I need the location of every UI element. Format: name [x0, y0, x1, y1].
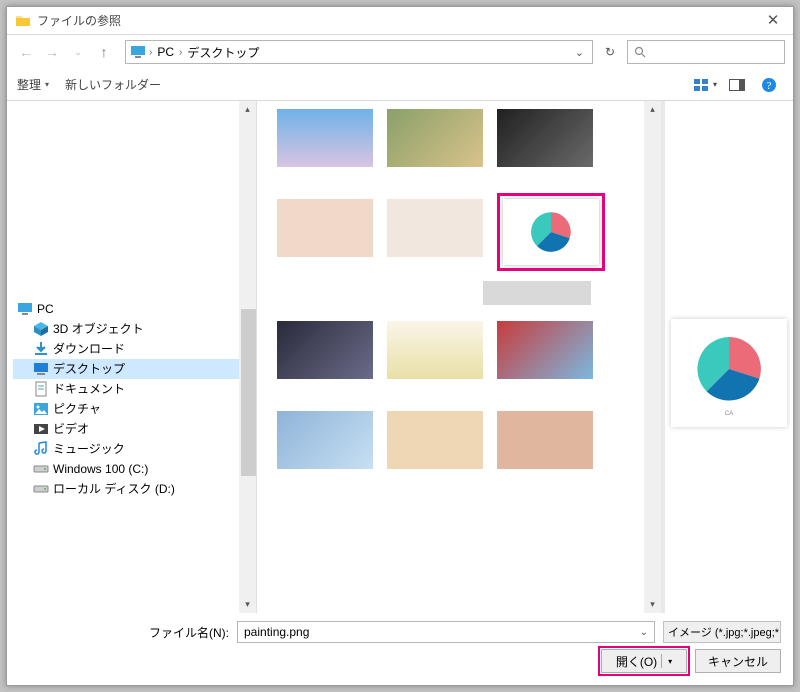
drive-icon	[33, 461, 49, 477]
sidebar-item-3d[interactable]: 3D オブジェクト	[13, 319, 239, 339]
file-thumbnail[interactable]	[387, 411, 483, 469]
sidebar-item-label: デスクトップ	[53, 359, 125, 379]
desktop-icon	[33, 361, 49, 377]
drive-icon	[33, 481, 49, 497]
folder-icon	[15, 13, 31, 29]
scroll-down-icon[interactable]: ▾	[239, 596, 256, 613]
file-thumbnail[interactable]	[497, 321, 593, 379]
chevron-down-icon: ▾	[668, 657, 672, 666]
window-title: ファイルの参照	[37, 12, 753, 29]
new-folder-button[interactable]: 新しいフォルダー	[65, 76, 161, 93]
chevron-right-icon: ›	[146, 47, 155, 58]
titlebar: ファイルの参照 ✕	[7, 7, 793, 35]
preview-pane-button[interactable]	[723, 74, 751, 96]
sidebar-item-label: ドキュメント	[53, 379, 125, 399]
sidebar-item-label: 3D オブジェクト	[53, 319, 144, 339]
cancel-button[interactable]: キャンセル	[695, 649, 781, 673]
file-dialog-window: ファイルの参照 ✕ ← → ⌄ ↑ › PC › デスクトップ ⌄ ↻ 整理▾	[6, 6, 794, 686]
scroll-down-icon[interactable]: ▾	[644, 596, 661, 613]
scroll-up-icon[interactable]: ▴	[239, 101, 256, 118]
file-thumbnail[interactable]	[497, 411, 593, 469]
sidebar-item-pc[interactable]: PC	[13, 299, 239, 319]
file-type-dropdown[interactable]: イメージ (*.jpg;*.jpeg;*.gif;*.png;*. ⌄	[663, 621, 781, 643]
sidebar: PC3D オブジェクトダウンロードデスクトップドキュメントピクチャビデオミュージ…	[7, 101, 257, 613]
selection-background	[483, 281, 591, 305]
address-bar[interactable]: › PC › デスクトップ ⌄	[125, 40, 593, 64]
sidebar-item-videos[interactable]: ビデオ	[13, 419, 239, 439]
picture-icon	[33, 401, 49, 417]
file-thumbnail[interactable]	[387, 199, 483, 257]
file-thumbnail[interactable]	[387, 321, 483, 379]
content-scrollbar[interactable]: ▴ ▾	[644, 101, 661, 613]
view-button[interactable]: ▾	[691, 74, 719, 96]
music-icon	[33, 441, 49, 457]
download-icon	[33, 341, 49, 357]
file-thumbnail[interactable]	[387, 109, 483, 167]
file-thumbnail[interactable]	[277, 109, 373, 167]
doc-icon	[33, 381, 49, 397]
toolbar: 整理▾ 新しいフォルダー ▾ ?	[7, 69, 793, 101]
chevron-right-icon: ›	[176, 47, 185, 58]
file-thumbnail[interactable]	[277, 411, 373, 469]
sidebar-item-label: PC	[37, 299, 54, 319]
file-name-label: ファイル名(N):	[19, 624, 229, 641]
refresh-button[interactable]: ↻	[597, 40, 623, 64]
preview-caption: CA	[725, 411, 733, 417]
search-icon	[634, 46, 646, 58]
file-thumbnail[interactable]	[497, 109, 593, 167]
sidebar-item-desktop[interactable]: デスクトップ	[13, 359, 239, 379]
file-name-field[interactable]	[238, 625, 634, 639]
cube-icon	[33, 321, 49, 337]
file-name-input[interactable]: ⌄	[237, 621, 655, 643]
svg-text:?: ?	[767, 80, 772, 92]
sidebar-item-documents[interactable]: ドキュメント	[13, 379, 239, 399]
open-button[interactable]: 開く(O) ▾	[601, 649, 687, 673]
search-input[interactable]	[627, 40, 785, 64]
chevron-down-icon: ▾	[45, 80, 49, 89]
nav-forward-button[interactable]: →	[41, 41, 63, 63]
sidebar-item-label: ローカル ディスク (D:)	[53, 479, 175, 499]
sidebar-item-pictures[interactable]: ピクチャ	[13, 399, 239, 419]
preview-image: CA	[671, 319, 787, 427]
path-seg-pc[interactable]: PC	[155, 45, 176, 59]
chevron-down-icon: ▾	[713, 80, 717, 89]
chevron-down-icon[interactable]: ⌄	[634, 627, 654, 638]
sidebar-item-downloads[interactable]: ダウンロード	[13, 339, 239, 359]
help-button[interactable]: ?	[755, 74, 783, 96]
nav-up-button[interactable]: ↑	[93, 41, 115, 63]
file-thumbnail[interactable]	[277, 321, 373, 379]
chevron-down-icon[interactable]: ⌄	[571, 46, 588, 59]
sidebar-item-label: Windows 100 (C:)	[53, 459, 148, 479]
sidebar-item-cdrive[interactable]: Windows 100 (C:)	[13, 459, 239, 479]
sidebar-item-label: ピクチャ	[53, 399, 101, 419]
sidebar-item-ddrive[interactable]: ローカル ディスク (D:)	[13, 479, 239, 499]
file-list: ▴ ▾	[257, 101, 661, 613]
sidebar-item-label: ダウンロード	[53, 339, 125, 359]
sidebar-scrollbar[interactable]: ▴ ▾	[239, 101, 256, 613]
sidebar-item-music[interactable]: ミュージック	[13, 439, 239, 459]
nav-history-button[interactable]: ⌄	[67, 41, 89, 63]
monitor-icon	[17, 301, 33, 317]
preview-pane: CA	[661, 101, 793, 613]
sidebar-item-label: ミュージック	[53, 439, 125, 459]
scroll-up-icon[interactable]: ▴	[644, 101, 661, 118]
close-button[interactable]: ✕	[753, 7, 793, 35]
navbar: ← → ⌄ ↑ › PC › デスクトップ ⌄ ↻	[7, 35, 793, 69]
pc-icon	[130, 44, 146, 60]
organize-button[interactable]: 整理▾	[17, 76, 49, 93]
path-seg-desktop[interactable]: デスクトップ	[185, 44, 261, 61]
file-thumbnail[interactable]	[497, 193, 605, 271]
footer: ファイル名(N): ⌄ イメージ (*.jpg;*.jpeg;*.gif;*.p…	[7, 613, 793, 685]
file-thumbnail[interactable]	[277, 199, 373, 257]
nav-back-button[interactable]: ←	[15, 41, 37, 63]
sidebar-item-label: ビデオ	[53, 419, 89, 439]
video-icon	[33, 421, 49, 437]
dialog-body: PC3D オブジェクトダウンロードデスクトップドキュメントピクチャビデオミュージ…	[7, 101, 793, 613]
